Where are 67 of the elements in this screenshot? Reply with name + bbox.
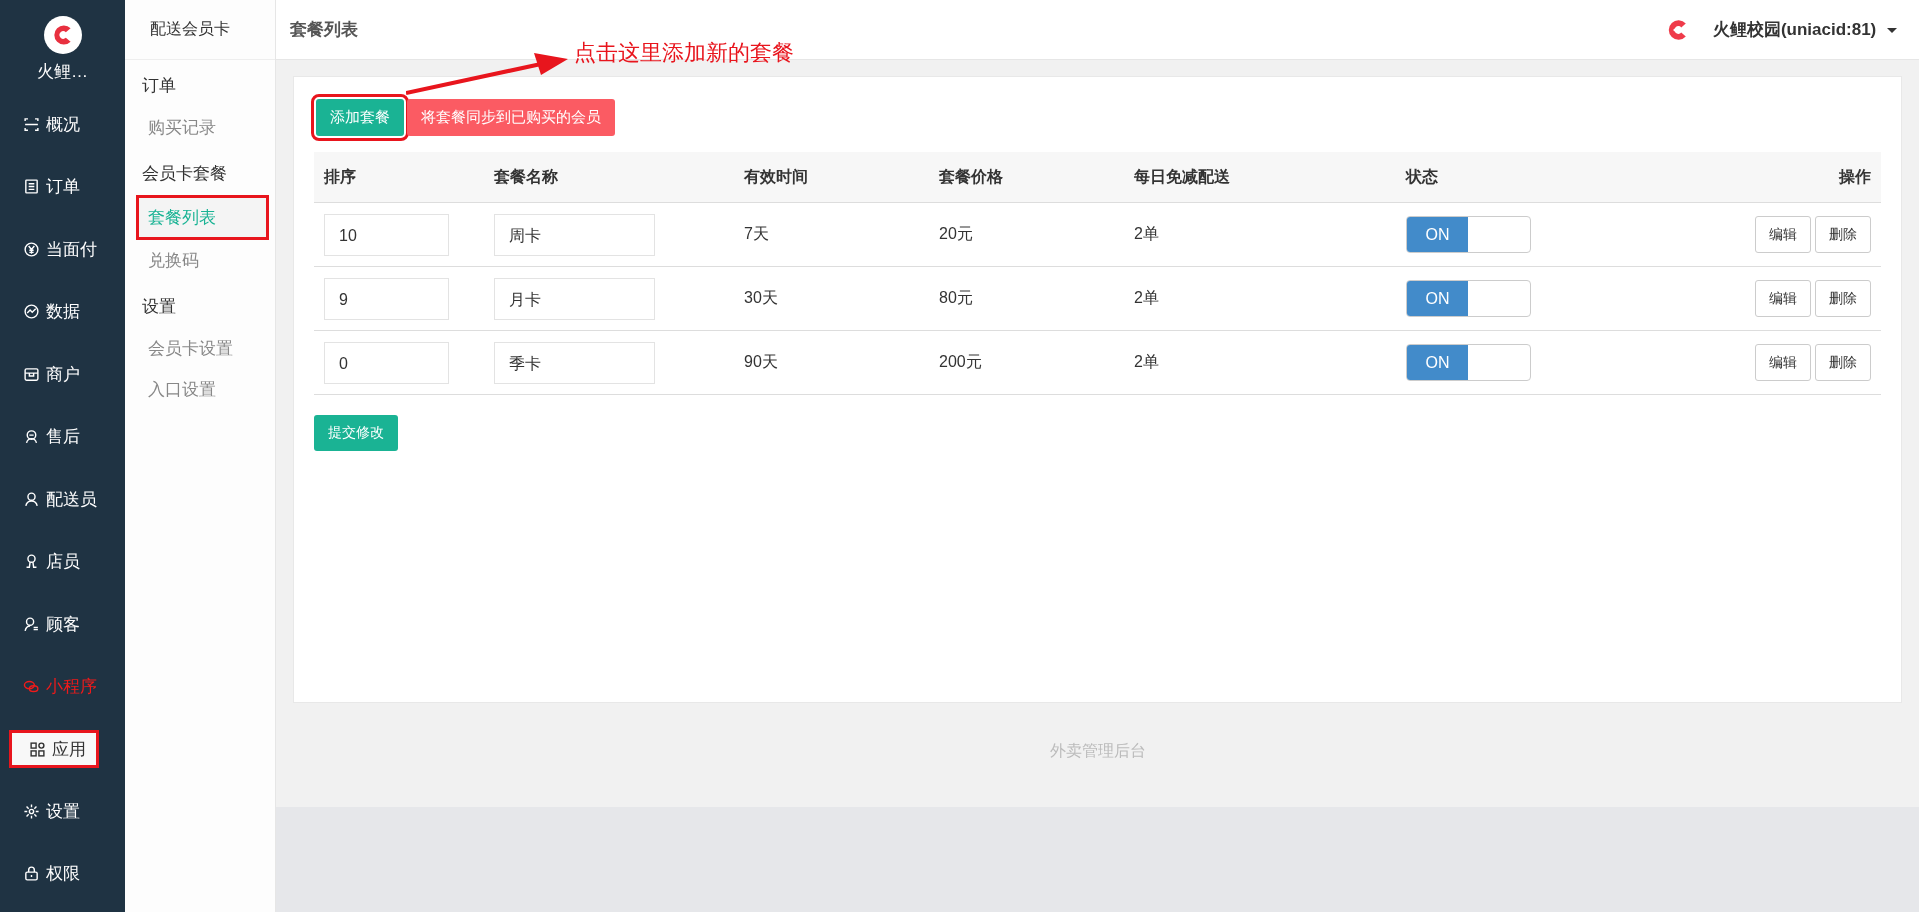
user-icon [23, 490, 40, 508]
nav-item[interactable]: 商户 [0, 343, 125, 406]
submenu-item[interactable]: 购买记录 [125, 107, 275, 148]
row-action-button[interactable]: 删除 [1815, 280, 1871, 317]
table-cell: 2单 [1134, 289, 1159, 306]
nav-item[interactable]: 设置 [0, 780, 125, 843]
logo-icon [43, 16, 82, 54]
nav-item[interactable]: 概况 [0, 93, 125, 156]
annotation-text: 点击这里添加新的套餐 [574, 39, 794, 67]
account-menu[interactable]: 火鲤校园(uniacid:81) [1712, 18, 1897, 41]
person-icon [23, 428, 40, 446]
nav-item[interactable]: 应用 [9, 730, 99, 768]
store-icon [23, 365, 40, 383]
page-title: 套餐列表 [290, 19, 358, 41]
table-cell: 7天 [744, 225, 769, 242]
nav-item[interactable]: 订单 [0, 155, 125, 218]
status-toggle[interactable]: ON [1406, 280, 1531, 317]
nav-item[interactable]: 配送员 [0, 468, 125, 531]
row-action-button[interactable]: 编辑 [1755, 344, 1811, 381]
column-header: 排序 [314, 152, 484, 203]
column-header: 套餐名称 [484, 152, 734, 203]
lock-icon [23, 865, 40, 883]
table-cell: 30天 [744, 289, 778, 306]
nav-item[interactable]: 权限 [0, 842, 125, 905]
status-toggle[interactable]: ON [1406, 344, 1531, 381]
nav-item[interactable]: 数据 [0, 280, 125, 343]
settings-icon [23, 802, 40, 820]
table-cell: 20元 [939, 225, 973, 242]
document-icon [23, 178, 40, 196]
nav-item[interactable]: 顾客 [0, 593, 125, 656]
submenu-item[interactable]: 入口设置 [125, 369, 275, 410]
table-cell: 2单 [1134, 353, 1159, 370]
table-cell: 2单 [1134, 225, 1159, 242]
submenu-item[interactable]: 会员卡设置 [125, 328, 275, 369]
submenu-title: 配送会员卡 [125, 0, 275, 60]
nav-item[interactable]: 售后 [0, 405, 125, 468]
row-action-button[interactable]: 删除 [1815, 344, 1871, 381]
table-cell: 90天 [744, 353, 778, 370]
scan-icon [23, 115, 40, 133]
status-toggle[interactable]: ON [1406, 216, 1531, 253]
user-list-icon [23, 615, 40, 633]
nav-item[interactable]: 店员 [0, 530, 125, 593]
column-header: 操作 [1642, 152, 1881, 203]
row-action-button[interactable]: 编辑 [1755, 216, 1811, 253]
brand-name: 火鲤… [37, 61, 88, 83]
column-header: 状态 [1396, 152, 1643, 203]
submenu-group-title: 会员卡套餐 [141, 163, 228, 185]
caret-icon [1887, 28, 1897, 33]
order-input[interactable]: 9 [324, 277, 449, 320]
row-action-button[interactable]: 删除 [1815, 216, 1871, 253]
name-input[interactable]: 季卡 [494, 341, 655, 384]
order-input[interactable]: 0 [324, 341, 449, 384]
row-action-button[interactable]: 编辑 [1755, 280, 1811, 317]
chart-icon [23, 303, 40, 321]
order-input[interactable]: 10 [324, 213, 449, 256]
table-cell: 200元 [939, 353, 982, 370]
column-header: 每日免减配送 [1124, 152, 1396, 203]
yen-icon [23, 240, 40, 258]
table-cell: 80元 [939, 289, 973, 306]
column-header: 有效时间 [734, 152, 929, 203]
column-header: 套餐价格 [929, 152, 1124, 203]
name-input[interactable]: 周卡 [494, 213, 655, 256]
name-input[interactable]: 月卡 [494, 277, 655, 320]
submenu-group-title: 设置 [141, 296, 177, 318]
submenu-group-title: 订单 [141, 75, 177, 97]
nav-item[interactable]: 当面付 [0, 218, 125, 281]
apps-icon [29, 740, 46, 758]
